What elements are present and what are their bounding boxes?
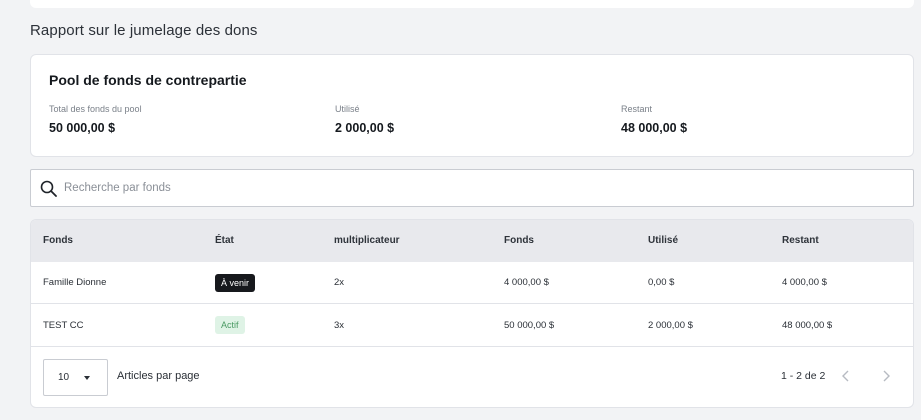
table-row[interactable]: TEST CC Actif 3x 50 000,00 $ 2 000,00 $ … [31, 305, 913, 347]
stat-remaining-value: 48 000,00 $ [621, 121, 688, 135]
column-header-used[interactable]: Utilisé [648, 235, 678, 246]
table-header: Fonds État multiplicateur Fonds Utilisé … [31, 220, 913, 262]
cell-used: 0,00 $ [648, 277, 675, 288]
stat-used-value: 2 000,00 $ [335, 121, 395, 135]
stat-remaining-label: Restant [621, 104, 653, 114]
search-box[interactable] [30, 169, 914, 207]
stat-used-label: Utilisé [335, 104, 360, 114]
cell-fund: Famille Dionne [43, 277, 107, 288]
cell-remaining: 48 000,00 $ [782, 320, 833, 331]
cell-funds: 4 000,00 $ [504, 277, 549, 288]
per-page-value: 10 [58, 372, 70, 383]
search-input[interactable] [64, 170, 904, 206]
cell-used: 2 000,00 $ [648, 320, 693, 331]
per-page-label: Articles par page [117, 370, 200, 382]
per-page-select[interactable]: 10 [43, 359, 108, 396]
cell-multiplier: 2x [334, 277, 345, 288]
stat-remaining: Restant 48 000,00 $ [621, 104, 687, 135]
status-badge: À venir [215, 274, 256, 292]
chevron-right-icon[interactable] [882, 370, 890, 382]
funds-table: Fonds État multiplicateur Fonds Utilisé … [30, 219, 914, 408]
caret-down-icon [84, 376, 90, 380]
cell-remaining: 4 000,00 $ [782, 277, 827, 288]
column-header-fund[interactable]: Fonds [43, 235, 73, 246]
cell-multiplier: 3x [334, 320, 345, 331]
column-header-funds[interactable]: Fonds [504, 235, 534, 246]
stat-used: Utilisé 2 000,00 $ [335, 104, 394, 135]
pagination-range: 1 - 2 de 2 [781, 370, 826, 382]
column-header-multiplier[interactable]: multiplicateur [334, 235, 400, 246]
stat-total: Total des fonds du pool 50 000,00 $ [49, 104, 142, 135]
status-badge: Actif [215, 316, 245, 334]
top-card-edge [30, 0, 914, 8]
table-row[interactable]: Famille Dionne À venir 2x 4 000,00 $ 0,0… [31, 262, 913, 304]
stat-total-label: Total des fonds du pool [49, 104, 142, 114]
page-title: Rapport sur le jumelage des dons [30, 22, 258, 39]
cell-fund: TEST CC [43, 320, 84, 331]
column-header-status[interactable]: État [215, 235, 234, 246]
stat-total-value: 50 000,00 $ [49, 121, 116, 135]
chevron-left-icon[interactable] [842, 370, 850, 382]
pagination-bar: 10 Articles par page 1 - 2 de 2 [31, 348, 913, 407]
column-header-remaining[interactable]: Restant [782, 235, 819, 246]
pool-summary-card: Pool de fonds de contrepartie Total des … [30, 54, 914, 157]
pool-title: Pool de fonds de contrepartie [49, 72, 247, 88]
cell-funds: 50 000,00 $ [504, 320, 555, 331]
search-icon [40, 180, 57, 197]
